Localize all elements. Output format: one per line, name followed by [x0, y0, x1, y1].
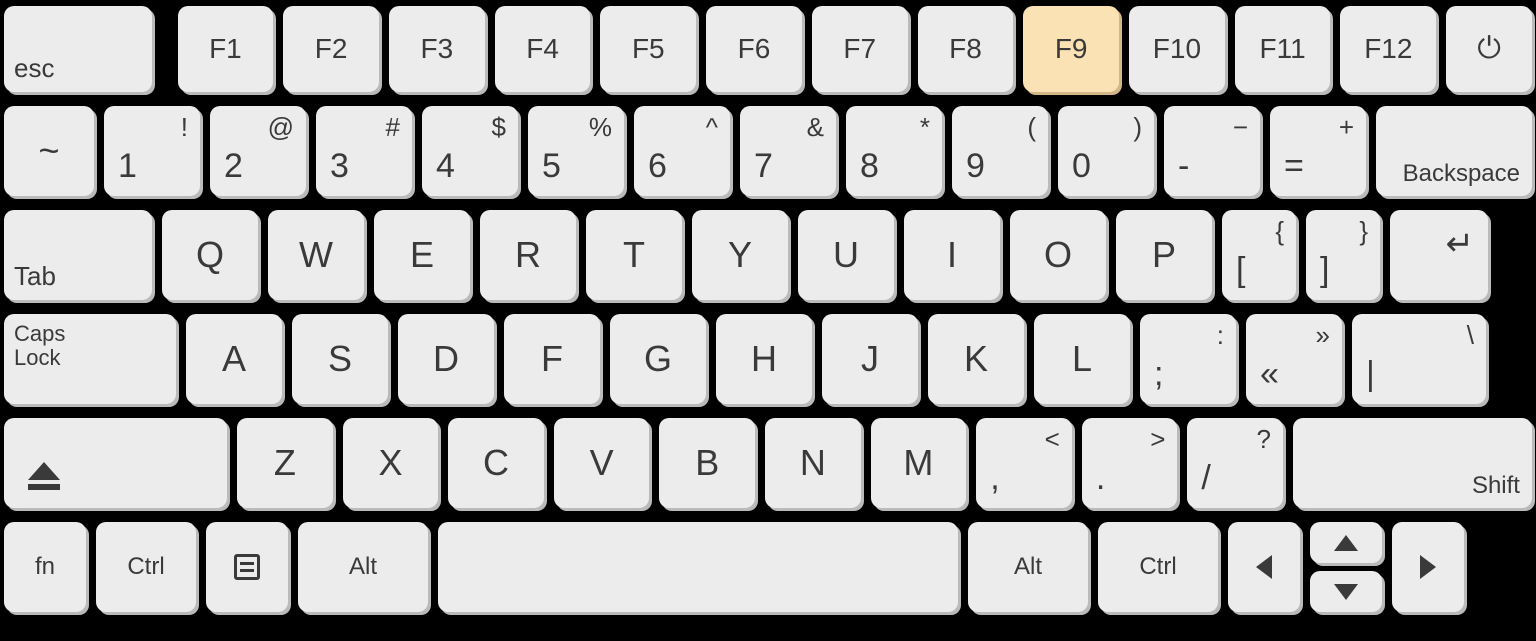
key-w[interactable]: W	[268, 210, 364, 300]
eject-icon	[28, 462, 60, 490]
keyboard: esc F1 F2 F3 F4 F5 F6 F7 F8 F9 F10 F11 F…	[4, 6, 1532, 612]
key-v[interactable]: V	[554, 418, 650, 508]
row-asdf: Caps Lock A S D F G H J K L ;: «» |\	[4, 314, 1532, 404]
key-comma[interactable]: ,<	[976, 418, 1072, 508]
menu-icon	[234, 554, 260, 580]
key-q[interactable]: Q	[162, 210, 258, 300]
key-alt-right[interactable]: Alt	[968, 522, 1088, 612]
key-alt-left[interactable]: Alt	[298, 522, 428, 612]
key-j[interactable]: J	[822, 314, 918, 404]
key-d[interactable]: D	[398, 314, 494, 404]
key-p[interactable]: P	[1116, 210, 1212, 300]
key-b[interactable]: B	[659, 418, 755, 508]
key-k[interactable]: K	[928, 314, 1024, 404]
key-6[interactable]: 6^	[634, 106, 730, 196]
key-x[interactable]: X	[343, 418, 439, 508]
key-slash[interactable]: /?	[1187, 418, 1283, 508]
key-3[interactable]: 3#	[316, 106, 412, 196]
key-n[interactable]: N	[765, 418, 861, 508]
row-qwerty: Tab Q W E R T Y U I O P [{ ]} ↵	[4, 210, 1532, 300]
key-arrow-down[interactable]	[1310, 571, 1382, 612]
key-tab[interactable]: Tab	[4, 210, 152, 300]
key-arrow-right[interactable]	[1392, 522, 1464, 612]
key-equals[interactable]: =+	[1270, 106, 1366, 196]
key-f[interactable]: F	[504, 314, 600, 404]
row-zxcv: Z X C V B N M ,< .> /? Shift	[4, 418, 1532, 508]
key-f10[interactable]: F10	[1129, 6, 1225, 92]
key-e[interactable]: E	[374, 210, 470, 300]
key-o[interactable]: O	[1010, 210, 1106, 300]
key-5[interactable]: 5%	[528, 106, 624, 196]
key-f7[interactable]: F7	[812, 6, 908, 92]
arrow-up-icon	[1334, 535, 1358, 551]
row-numbers: ~ 1! 2@ 3# 4$ 5% 6^ 7& 8* 9( 0) -− =+ Ba…	[4, 106, 1532, 196]
key-enter[interactable]: ↵	[1390, 210, 1488, 300]
key-arrow-left[interactable]	[1228, 522, 1300, 612]
arrow-left-icon	[1256, 555, 1272, 579]
key-4[interactable]: 4$	[422, 106, 518, 196]
key-7[interactable]: 7&	[740, 106, 836, 196]
key-bracket-right[interactable]: ]}	[1306, 210, 1380, 300]
arrow-down-icon	[1334, 584, 1358, 600]
key-ctrl-left[interactable]: Ctrl	[96, 522, 196, 612]
key-c[interactable]: C	[448, 418, 544, 508]
key-backspace[interactable]: Backspace	[1376, 106, 1532, 196]
key-8[interactable]: 8*	[846, 106, 942, 196]
key-f12[interactable]: F12	[1340, 6, 1436, 92]
key-fn[interactable]: fn	[4, 522, 86, 612]
key-eject[interactable]	[4, 418, 227, 508]
key-tilde[interactable]: ~	[4, 106, 94, 196]
arrow-right-icon	[1420, 555, 1436, 579]
enter-icon: ↵	[1446, 224, 1475, 264]
key-f4[interactable]: F4	[495, 6, 591, 92]
key-y[interactable]: Y	[692, 210, 788, 300]
key-f6[interactable]: F6	[706, 6, 802, 92]
key-h[interactable]: H	[716, 314, 812, 404]
key-s[interactable]: S	[292, 314, 388, 404]
key-esc[interactable]: esc	[4, 6, 152, 92]
key-z[interactable]: Z	[237, 418, 333, 508]
key-f3[interactable]: F3	[389, 6, 485, 92]
row-function: esc F1 F2 F3 F4 F5 F6 F7 F8 F9 F10 F11 F…	[4, 6, 1532, 92]
key-1[interactable]: 1!	[104, 106, 200, 196]
key-arrow-updown	[1310, 522, 1382, 612]
key-f11[interactable]: F11	[1235, 6, 1331, 92]
key-power[interactable]: ⏻	[1446, 6, 1532, 92]
key-2[interactable]: 2@	[210, 106, 306, 196]
key-menu[interactable]	[206, 522, 288, 612]
key-f8[interactable]: F8	[918, 6, 1014, 92]
key-0[interactable]: 0)	[1058, 106, 1154, 196]
key-g[interactable]: G	[610, 314, 706, 404]
key-f2[interactable]: F2	[283, 6, 379, 92]
key-period[interactable]: .>	[1082, 418, 1178, 508]
key-a[interactable]: A	[186, 314, 282, 404]
key-t[interactable]: T	[586, 210, 682, 300]
key-9[interactable]: 9(	[952, 106, 1048, 196]
key-f9[interactable]: F9	[1023, 6, 1119, 92]
key-space[interactable]	[438, 522, 958, 612]
key-l[interactable]: L	[1034, 314, 1130, 404]
key-minus[interactable]: -−	[1164, 106, 1260, 196]
key-bracket-left[interactable]: [{	[1222, 210, 1296, 300]
key-arrow-up[interactable]	[1310, 522, 1382, 563]
key-quote[interactable]: «»	[1246, 314, 1342, 404]
key-i[interactable]: I	[904, 210, 1000, 300]
key-f5[interactable]: F5	[600, 6, 696, 92]
row-bottom: fn Ctrl Alt Alt Ctrl	[4, 522, 1532, 612]
key-ctrl-right[interactable]: Ctrl	[1098, 522, 1218, 612]
key-f1[interactable]: F1	[178, 6, 274, 92]
key-shift[interactable]: Shift	[1293, 418, 1532, 508]
key-backslash[interactable]: |\	[1352, 314, 1486, 404]
key-capslock[interactable]: Caps Lock	[4, 314, 176, 404]
key-semicolon[interactable]: ;:	[1140, 314, 1236, 404]
key-r[interactable]: R	[480, 210, 576, 300]
power-icon: ⏻	[1477, 32, 1501, 66]
key-m[interactable]: M	[871, 418, 967, 508]
key-u[interactable]: U	[798, 210, 894, 300]
